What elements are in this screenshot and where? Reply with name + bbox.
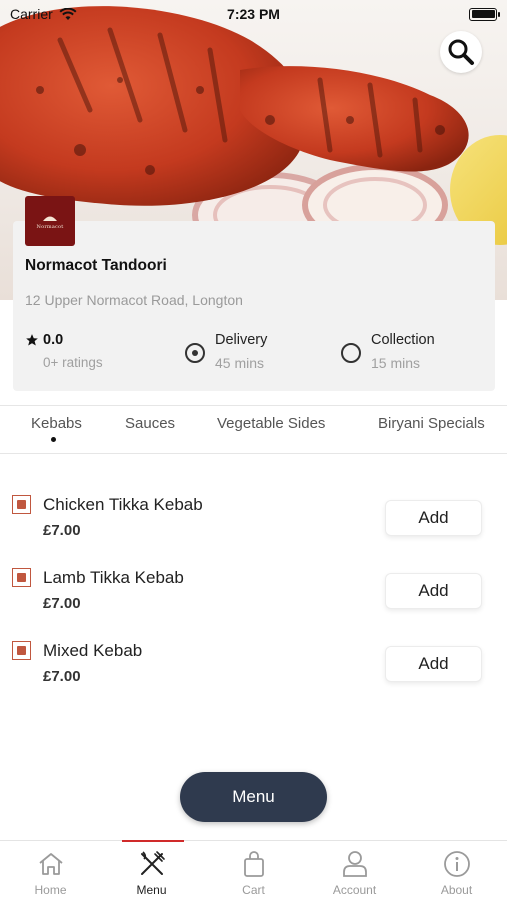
nav-account[interactable]: Account <box>304 841 405 900</box>
user-icon <box>342 851 367 877</box>
nav-home[interactable]: Home <box>0 841 101 900</box>
bottom-nav: Home Menu Cart Account About <box>0 840 507 900</box>
status-bar: Carrier 7:23 PM <box>0 0 507 28</box>
collection-time: 15 mins <box>371 355 421 371</box>
star-icon <box>26 334 38 346</box>
wifi-icon <box>59 7 77 20</box>
nav-cart[interactable]: Cart <box>203 841 304 900</box>
restaurant-logo: Normacot <box>25 196 75 246</box>
logo-text: Normacot <box>36 224 64 230</box>
veg-marker-icon <box>12 495 31 514</box>
tab-biryani-specials[interactable]: Biryani Specials <box>378 415 485 432</box>
tab-vegetable-sides[interactable]: Vegetable Sides <box>217 415 325 432</box>
veg-marker-icon <box>12 568 31 587</box>
collection-radio[interactable] <box>341 343 361 363</box>
nav-menu[interactable]: Menu <box>101 841 202 900</box>
item-name: Lamb Tikka Kebab <box>43 568 184 587</box>
home-icon <box>38 853 63 875</box>
delivery-label: Delivery <box>215 332 268 348</box>
nav-home-label: Home <box>34 883 67 897</box>
collection-option[interactable]: Collection 15 mins <box>341 332 435 371</box>
ratings-count: 0+ ratings <box>43 355 103 370</box>
search-icon <box>448 39 474 65</box>
delivery-radio[interactable] <box>185 343 205 363</box>
info-icon <box>443 851 470 877</box>
nav-menu-label: Menu <box>136 883 167 897</box>
restaurant-info-card: Normacot Normacot Tandoori 12 Upper Norm… <box>13 196 495 391</box>
add-button[interactable]: Add <box>385 573 482 609</box>
item-name: Chicken Tikka Kebab <box>43 495 203 514</box>
search-button[interactable] <box>440 31 482 73</box>
nav-account-label: Account <box>332 883 377 897</box>
collection-label: Collection <box>371 332 435 348</box>
fork-knife-icon <box>140 851 165 875</box>
battery-icon <box>469 7 500 21</box>
carrier-label: Carrier <box>10 6 53 22</box>
nav-about[interactable]: About <box>406 841 507 900</box>
rating-block: 0.0 0+ ratings <box>25 332 103 370</box>
item-price: £7.00 <box>43 668 81 685</box>
menu-item: Chicken Tikka Kebab £7.00 Add <box>12 495 492 555</box>
menu-fab-button[interactable]: Menu <box>180 772 327 822</box>
item-name: Mixed Kebab <box>43 641 143 660</box>
category-tabs: Kebabs Sauces Vegetable Sides Biryani Sp… <box>0 405 507 454</box>
add-button[interactable]: Add <box>385 500 482 536</box>
item-price: £7.00 <box>43 522 81 539</box>
tab-sauces[interactable]: Sauces <box>125 415 175 432</box>
delivery-option[interactable]: Delivery 45 mins <box>185 332 267 371</box>
bag-icon <box>243 851 264 877</box>
logo-emblem-icon <box>43 216 57 221</box>
restaurant-address: 12 Upper Normacot Road, Longton <box>25 292 243 308</box>
nav-cart-label: Cart <box>242 883 265 897</box>
delivery-time: 45 mins <box>215 355 265 371</box>
rating-value: 0.0 <box>43 332 64 348</box>
active-tab-indicator <box>51 437 56 442</box>
tab-kebabs[interactable]: Kebabs <box>31 415 82 432</box>
menu-item: Lamb Tikka Kebab £7.00 Add <box>12 568 492 628</box>
add-button[interactable]: Add <box>385 646 482 682</box>
menu-item: Mixed Kebab £7.00 Add <box>12 641 492 701</box>
item-price: £7.00 <box>43 595 81 612</box>
veg-marker-icon <box>12 641 31 660</box>
nav-about-label: About <box>440 883 473 897</box>
restaurant-name: Normacot Tandoori <box>25 257 167 274</box>
